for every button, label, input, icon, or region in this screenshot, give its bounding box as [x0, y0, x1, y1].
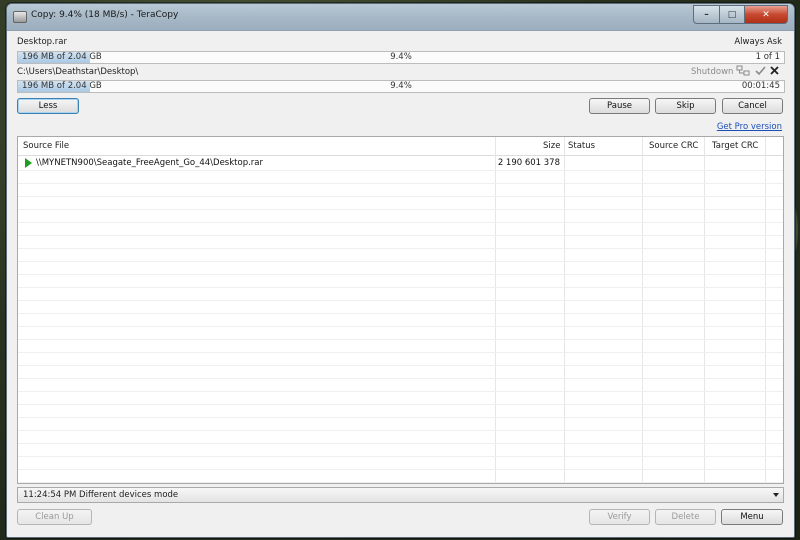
row-gridline [18, 443, 783, 444]
row-gridline [18, 209, 783, 210]
status-dropdown[interactable]: 11:24:54 PM Different devices mode [17, 487, 784, 503]
teracopy-window: Copy: 9.4% (18 MB/s) - TeraCopy – □ ✕ De… [6, 3, 795, 538]
row-gridline [18, 248, 783, 249]
row-gridline [18, 469, 783, 470]
column-divider [765, 137, 766, 483]
maximize-icon: □ [727, 9, 737, 20]
file-progress-bar: 196 MB of 2.04 GB 9.4% 1 of 1 [17, 51, 785, 64]
row-gridline [18, 339, 783, 340]
minimize-button[interactable]: – [693, 5, 720, 24]
row-gridline [18, 222, 783, 223]
file-count: 1 of 1 [755, 52, 780, 62]
shutdown-option[interactable]: Shutdown [691, 67, 733, 77]
row-gridline [18, 274, 783, 275]
total-progress-percent: 9.4% [390, 81, 412, 91]
delete-button[interactable]: Delete [655, 509, 716, 525]
file-list-table[interactable]: Source File Size Status Source CRC Targe… [17, 136, 784, 484]
destination-path: C:\Users\Deathstar\Desktop\ [17, 67, 139, 77]
dropdown-arrow-icon [773, 493, 779, 497]
verify-button[interactable]: Verify [589, 509, 650, 525]
row-gridline [18, 482, 783, 483]
row-gridline [18, 352, 783, 353]
clean-up-button[interactable]: Clean Up [17, 509, 92, 525]
column-source-file[interactable]: Source File [23, 137, 69, 155]
cancel-button[interactable]: Cancel [722, 98, 783, 114]
table-header: Source File Size Status Source CRC Targe… [18, 137, 783, 156]
maximize-button[interactable]: □ [720, 5, 745, 24]
file-progress-percent: 9.4% [390, 52, 412, 62]
column-divider [564, 137, 565, 483]
check-icon[interactable] [755, 65, 766, 76]
column-divider [704, 137, 705, 483]
column-divider [642, 137, 643, 483]
column-size[interactable]: Size [543, 137, 560, 155]
row-gridline [18, 365, 783, 366]
time-remaining: 00:01:45 [741, 81, 780, 91]
row-gridline [18, 170, 783, 171]
row-gridline [18, 196, 783, 197]
row-gridline [18, 300, 783, 301]
row-gridline [18, 313, 783, 314]
window-title: Copy: 9.4% (18 MB/s) - TeraCopy [31, 10, 179, 20]
less-button[interactable]: Less [17, 98, 79, 114]
current-filename: Desktop.rar [17, 37, 67, 47]
status-text: 11:24:54 PM Different devices mode [23, 490, 179, 500]
minimize-icon: – [704, 9, 709, 20]
skip-button[interactable]: Skip [655, 98, 716, 114]
column-target-crc[interactable]: Target CRC [712, 137, 758, 155]
pause-button[interactable]: Pause [589, 98, 650, 114]
row-gridline [18, 417, 783, 418]
row-gridline [18, 430, 783, 431]
play-icon [25, 158, 32, 168]
row-gridline [18, 391, 783, 392]
network-icon[interactable] [736, 65, 750, 76]
row-source-path: \\MYNETN900\Seagate_FreeAgent_Go_44\Desk… [36, 158, 263, 168]
teracopy-app-icon [13, 11, 27, 23]
close-button[interactable]: ✕ [745, 5, 788, 24]
close-x-icon[interactable] [770, 66, 779, 75]
column-source-crc[interactable]: Source CRC [649, 137, 698, 155]
row-gridline [18, 183, 783, 184]
row-gridline [18, 287, 783, 288]
row-gridline [18, 456, 783, 457]
row-size: 2 190 601 378 [497, 158, 560, 168]
get-pro-link[interactable]: Get Pro version [717, 122, 782, 132]
window-controls: – □ ✕ [693, 5, 788, 24]
always-ask-option[interactable]: Always Ask [734, 37, 782, 47]
row-gridline [18, 378, 783, 379]
column-divider [495, 137, 496, 483]
row-gridline [18, 326, 783, 327]
row-gridline [18, 261, 783, 262]
title-bar[interactable]: Copy: 9.4% (18 MB/s) - TeraCopy – □ ✕ [7, 4, 794, 31]
row-gridline [18, 235, 783, 236]
total-progress-bar: 196 MB of 2.04 GB 9.4% 00:01:45 [17, 80, 785, 93]
menu-button[interactable]: Menu [721, 509, 783, 525]
column-status[interactable]: Status [568, 137, 595, 155]
row-gridline [18, 404, 783, 405]
close-icon: ✕ [762, 9, 770, 20]
table-row[interactable]: \\MYNETN900\Seagate_FreeAgent_Go_44\Desk… [18, 156, 783, 170]
